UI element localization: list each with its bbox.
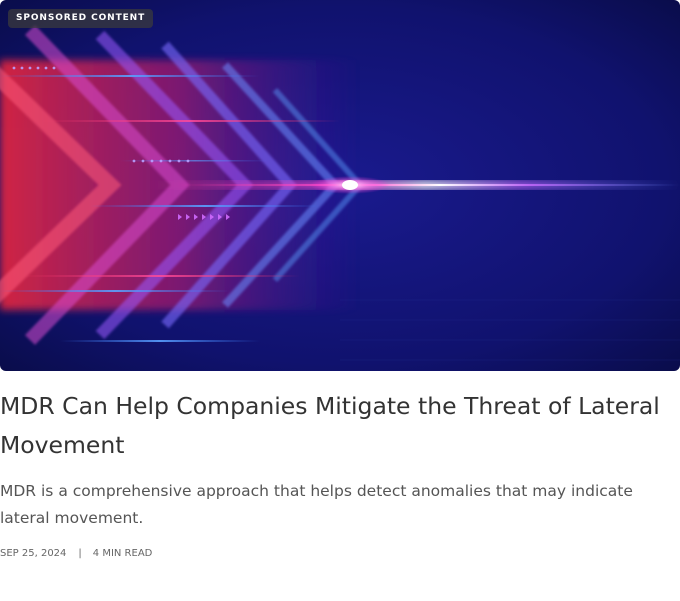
article-title[interactable]: MDR Can Help Companies Mitigate the Thre… [0,387,672,465]
publish-date: SEP 25, 2024 [0,548,67,559]
abstract-chevron-light-image [0,0,680,371]
hero-image[interactable]: SPONSORED CONTENT [0,0,680,371]
article-meta: SEP 25, 2024 | 4 MIN READ [0,546,152,562]
article-card: SPONSORED CONTENT MDR Can Help Companies… [0,0,680,601]
read-time: 4 MIN READ [92,548,153,559]
sponsored-badge: SPONSORED CONTENT [8,9,154,28]
meta-separator: | [78,548,82,559]
article-summary: MDR is a comprehensive approach that hel… [0,482,633,527]
